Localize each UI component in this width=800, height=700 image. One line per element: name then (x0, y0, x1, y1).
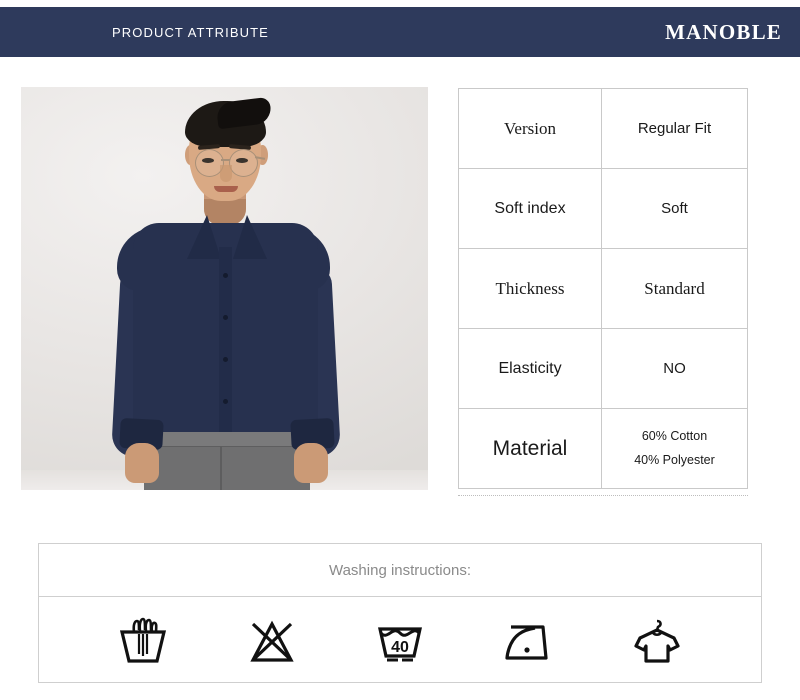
hang-dry-icon (628, 616, 686, 666)
model-eyeglass-bridge (221, 159, 230, 161)
attribute-key: Elasticity (458, 328, 602, 409)
model-shirt-button (223, 357, 228, 362)
attribute-key: Version (458, 88, 602, 169)
iron-low-icon (499, 616, 557, 666)
model-shirt-placket (219, 247, 232, 455)
model-hand-left (125, 443, 159, 483)
model-collar-right (233, 215, 267, 259)
attribute-value: Regular Fit (601, 88, 748, 169)
dotted-divider (458, 495, 748, 496)
wash-temperature-label: 40 (391, 639, 409, 656)
table-row: Elasticity NO (458, 328, 748, 409)
material-line-1: 60% Cotton (641, 428, 708, 443)
attribute-value: NO (601, 328, 748, 409)
attribute-key: Thickness (458, 248, 602, 329)
attribute-key: Soft index (458, 168, 602, 249)
attribute-key: Material (458, 408, 602, 489)
do-not-bleach-icon (243, 616, 301, 666)
model-hand-right (294, 443, 328, 483)
model-shirt-button (223, 399, 228, 404)
model-eyeglass-lens-right (229, 149, 258, 177)
page-header: PRODUCT ATTRIBUTE MANOBLE (0, 7, 800, 57)
attribute-value: Soft (601, 168, 748, 249)
material-line-2: 40% Polyester (634, 452, 715, 467)
table-row: Soft index Soft (458, 168, 748, 249)
product-photo (21, 87, 428, 490)
model-nose (220, 165, 232, 182)
washing-instructions-panel: Washing instructions: 40 (38, 543, 762, 683)
model-shirt-button (223, 273, 228, 278)
page-title: PRODUCT ATTRIBUTE (112, 24, 269, 40)
washing-icon-row: 40 (39, 597, 761, 684)
model-collar-left (187, 215, 221, 259)
model-waistband (144, 432, 310, 447)
table-row: Material 60% Cotton 40% Polyester (458, 408, 748, 489)
attribute-value: 60% Cotton 40% Polyester (601, 408, 748, 489)
washing-instructions-title: Washing instructions: (39, 544, 761, 597)
model-mouth (214, 186, 238, 192)
attribute-value: Standard (601, 248, 748, 329)
model-trouser-fly (220, 446, 222, 490)
product-attribute-table: Version Regular Fit Soft index Soft Thic… (458, 88, 748, 489)
model-shirt-button (223, 315, 228, 320)
table-row: Thickness Standard (458, 248, 748, 329)
wash-40-icon: 40 (371, 616, 429, 666)
hand-wash-icon (114, 616, 172, 666)
table-row: Version Regular Fit (458, 88, 748, 169)
brand-logo: MANOBLE (665, 19, 782, 44)
